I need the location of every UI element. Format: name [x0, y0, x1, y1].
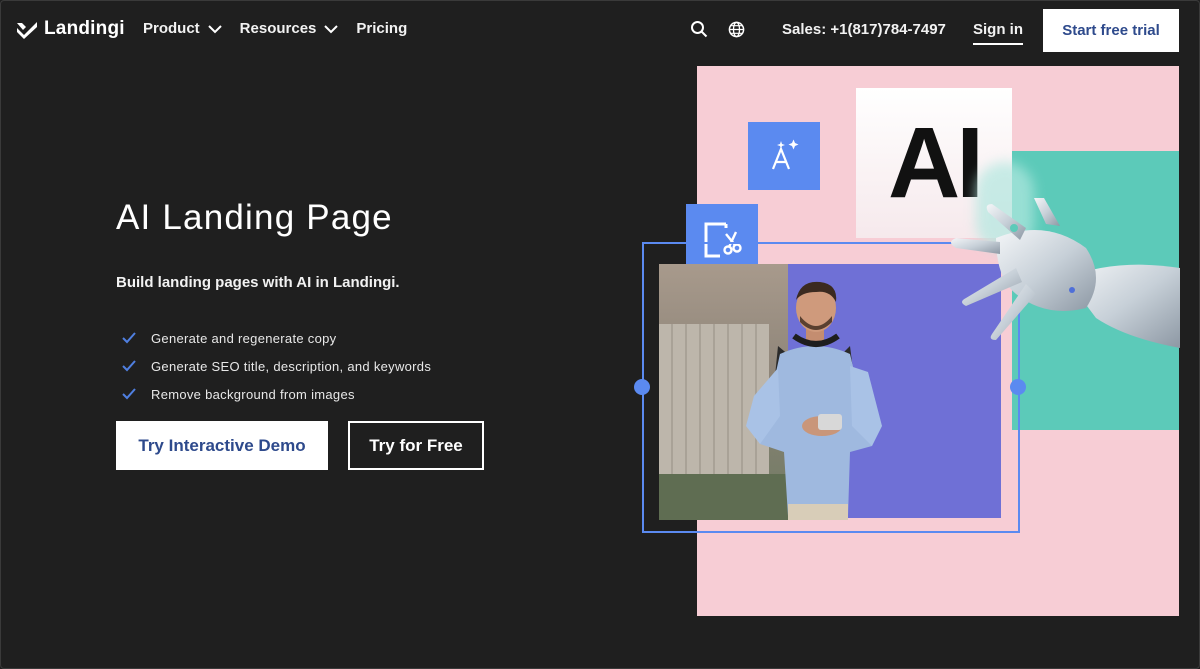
menu-item-label: Pricing — [356, 20, 408, 37]
selection-handle-right[interactable] — [1010, 379, 1026, 395]
start-free-trial-button[interactable]: Start free trial — [1043, 9, 1179, 52]
feature-text: Generate SEO title, description, and key… — [151, 358, 432, 374]
menu-item-product[interactable]: Product — [143, 20, 222, 37]
logo[interactable]: Landingi — [16, 18, 125, 40]
menu-item-label: Product — [143, 20, 200, 37]
try-interactive-demo-button[interactable]: Try Interactive Demo — [116, 421, 328, 470]
search-icon[interactable] — [690, 20, 708, 38]
signin-link[interactable]: Sign in — [973, 21, 1023, 45]
sparkle-text-icon — [771, 139, 799, 170]
ai-text-icon-tile — [748, 122, 820, 190]
chevron-down-icon — [324, 24, 339, 33]
menu-item-resources[interactable]: Resources — [240, 20, 339, 37]
robot-hand-image — [951, 198, 1180, 348]
menu-item-pricing[interactable]: Pricing — [356, 20, 407, 37]
check-icon — [122, 388, 136, 400]
check-icon — [122, 360, 136, 372]
list-item: Generate and regenerate copy — [122, 324, 431, 352]
globe-icon[interactable] — [728, 21, 745, 38]
list-item: Generate SEO title, description, and key… — [122, 352, 431, 380]
feature-text: Remove background from images — [151, 386, 355, 402]
hero-illustration: AI — [634, 66, 1180, 618]
feature-list: Generate and regenerate copy Generate SE… — [122, 324, 431, 408]
landingi-logo-icon — [17, 22, 37, 39]
logo-text: Landingi — [44, 18, 125, 39]
sales-phone[interactable]: Sales: +1(817)784-7497 — [782, 21, 946, 38]
hero-subtitle: Build landing pages with AI in Landingi. — [116, 274, 400, 291]
try-for-free-button[interactable]: Try for Free — [348, 421, 484, 470]
check-icon — [122, 332, 136, 344]
main-menu: Product Resources Pricing — [143, 20, 407, 37]
menu-item-label: Resources — [239, 20, 317, 37]
feature-text: Generate and regenerate copy — [151, 330, 337, 346]
list-item: Remove background from images — [122, 380, 431, 408]
page-title: AI Landing Page — [116, 198, 393, 237]
chevron-down-icon — [207, 24, 222, 33]
top-navigation: Landingi Product Resources Pricing Sales… — [0, 0, 1200, 62]
selection-handle-left[interactable] — [634, 379, 650, 395]
